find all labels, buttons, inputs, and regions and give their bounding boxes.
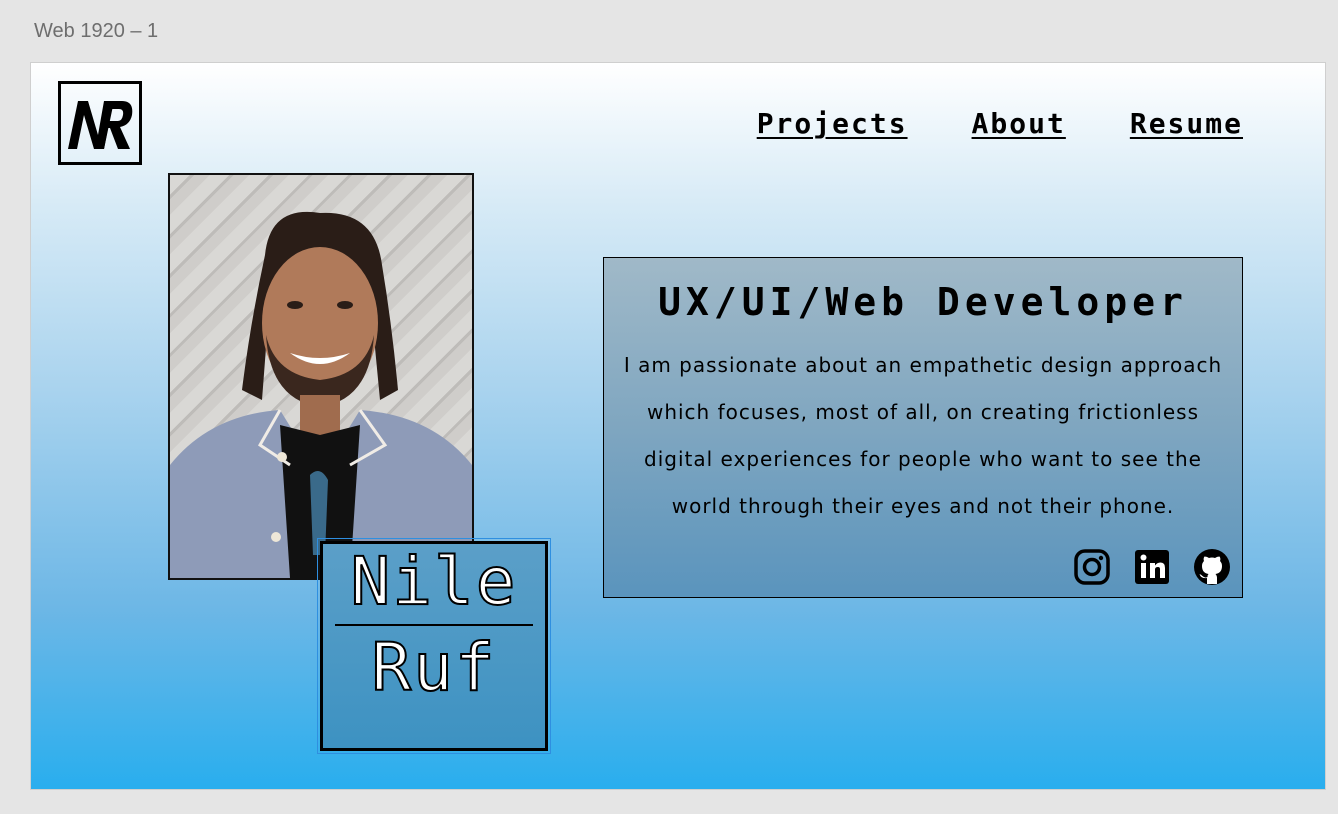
artboard: NR Projects About Resume [30,62,1326,790]
instagram-icon[interactable] [1072,547,1112,587]
nr-logo-mark: NR [68,101,133,149]
artboard-label: Web 1920 – 1 [34,20,159,42]
social-links [1072,547,1232,587]
nav-projects[interactable]: Projects [757,107,908,140]
github-icon[interactable] [1192,547,1232,587]
portrait-illustration [170,211,472,578]
linkedin-icon[interactable] [1132,547,1172,587]
intro-title: UX/UI/Web Developer [658,280,1188,324]
logo[interactable]: NR [58,81,142,165]
main-nav: Projects About Resume [757,107,1243,140]
profile-photo [168,173,474,580]
last-name: Ruf [370,629,497,707]
name-card: Nile Ruf [317,538,551,754]
first-name: Nile [350,543,518,621]
nav-resume[interactable]: Resume [1130,107,1243,140]
intro-body: I am passionate about an empathetic desi… [623,353,1223,518]
intro-card: UX/UI/Web Developer I am passionate abou… [603,257,1243,598]
name-divider [335,624,533,626]
nav-about[interactable]: About [972,107,1066,140]
